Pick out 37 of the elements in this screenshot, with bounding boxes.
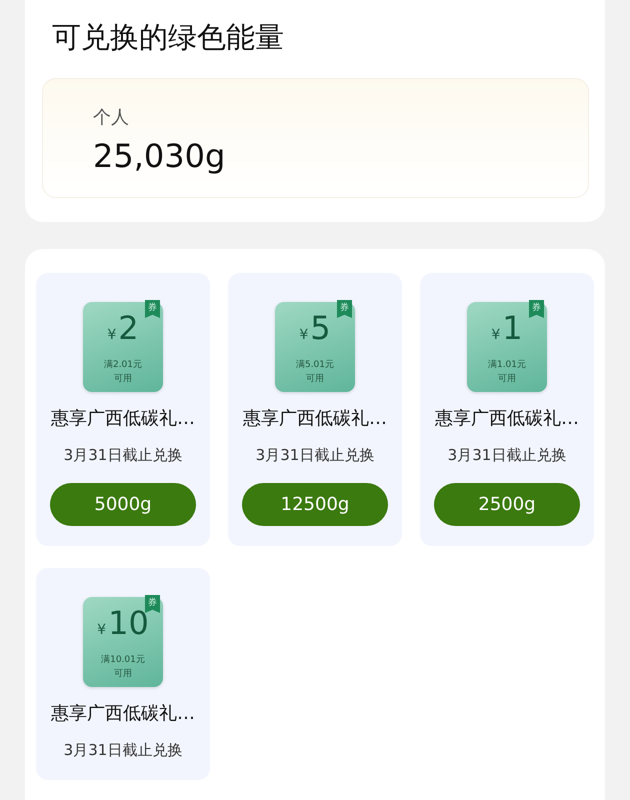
- coupon-card[interactable]: 券 ¥5 满5.01元 可用 惠享广西低碳礼… 3月31日截止兑换 12500g: [228, 273, 402, 546]
- coupon-tag: 券: [337, 300, 352, 318]
- coupon-card[interactable]: 券 ¥1 满1.01元 可用 惠享广西低碳礼… 3月31日截止兑换 2500g: [420, 273, 594, 546]
- coupon-usable: 可用: [114, 668, 132, 681]
- coupon-condition: 满10.01元: [101, 654, 145, 667]
- coupon-condition: 满5.01元: [296, 358, 334, 372]
- redeem-button[interactable]: 12500g: [242, 483, 388, 526]
- coupon-condition: 满2.01元: [104, 358, 142, 372]
- coupon-value: 1: [502, 308, 523, 349]
- energy-amount: 25,030g: [93, 137, 226, 175]
- deadline-text: 3月31日截止兑换: [64, 446, 182, 465]
- currency-sign: ¥: [299, 327, 308, 343]
- coupon-tag: 券: [145, 300, 160, 318]
- coupon-tag: 券: [529, 300, 544, 318]
- coupon-title: 惠享广西低碳礼…: [243, 407, 387, 430]
- coupon-value: 5: [310, 308, 331, 349]
- coupon-usable: 可用: [498, 373, 516, 386]
- coupon-title: 惠享广西低碳礼…: [51, 702, 195, 725]
- deadline-text: 3月31日截止兑换: [256, 446, 374, 465]
- currency-sign: ¥: [107, 327, 116, 343]
- deadline-text: 3月31日截止兑换: [64, 741, 182, 760]
- currency-sign: ¥: [491, 327, 500, 343]
- section-title: 可兑换的绿色能量: [52, 19, 285, 56]
- coupon-usable: 可用: [114, 373, 132, 386]
- energy-label: 个人: [93, 106, 130, 129]
- coupon-title: 惠享广西低碳礼…: [435, 407, 579, 430]
- coupon-value: 2: [118, 308, 139, 349]
- coupon-card[interactable]: 券 ¥10 满10.01元 可用 惠享广西低碳礼… 3月31日截止兑换: [36, 568, 210, 780]
- currency-sign: ¥: [97, 622, 106, 638]
- deadline-text: 3月31日截止兑换: [448, 446, 566, 465]
- redeem-button[interactable]: 2500g: [434, 483, 580, 526]
- coupon-usable: 可用: [306, 373, 324, 386]
- coupon-title: 惠享广西低碳礼…: [51, 407, 195, 430]
- coupon-tag: 券: [145, 595, 160, 613]
- redeem-button[interactable]: 5000g: [50, 483, 196, 526]
- coupon-condition: 满1.01元: [488, 358, 526, 372]
- coupon-card[interactable]: 券 ¥2 满2.01元 可用 惠享广西低碳礼… 3月31日截止兑换 5000g: [36, 273, 210, 546]
